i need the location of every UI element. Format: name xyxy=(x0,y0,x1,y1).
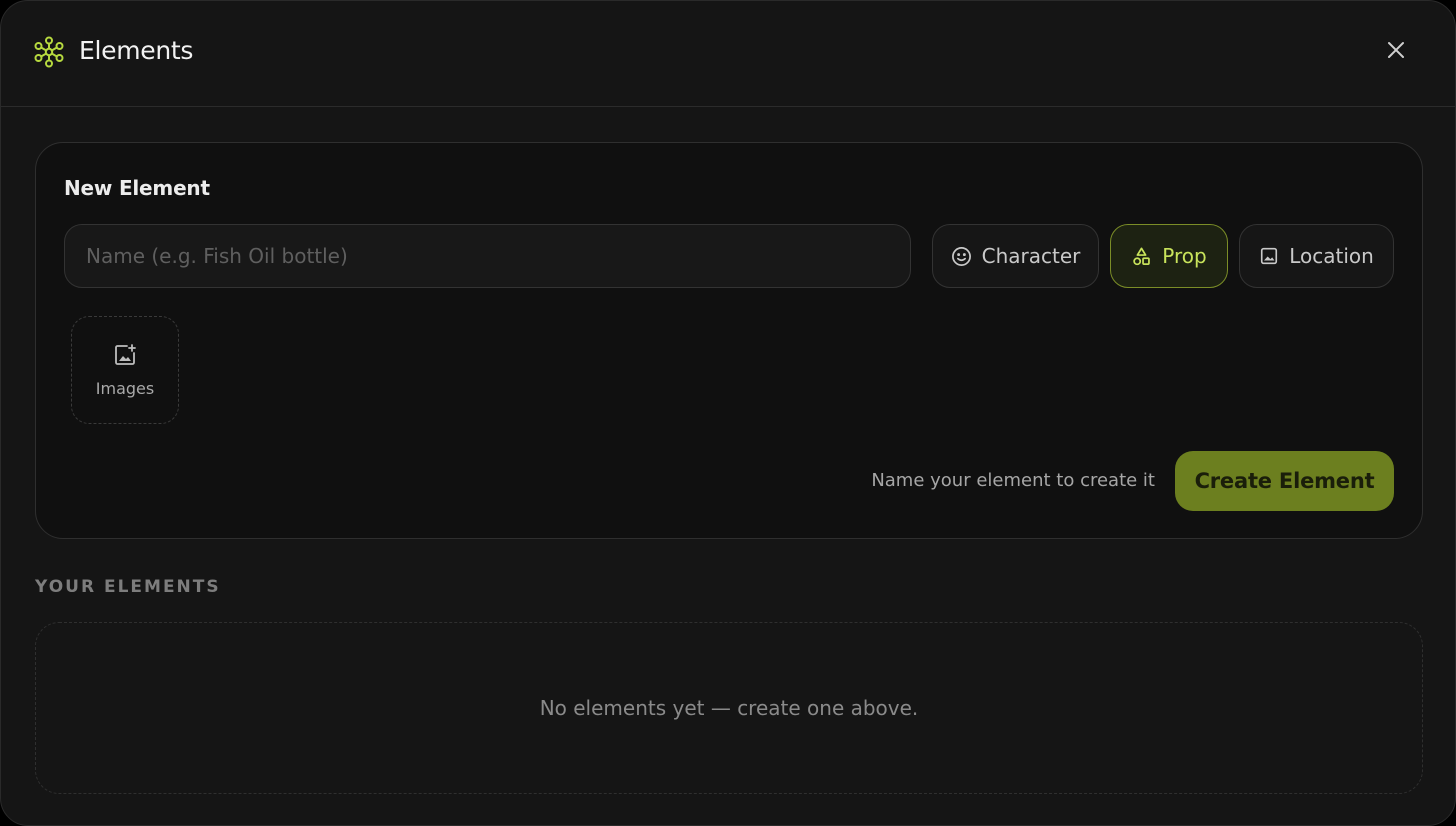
add-image-icon xyxy=(113,343,137,371)
smiley-icon xyxy=(951,246,972,267)
elements-empty-state: No elements yet — create one above. xyxy=(35,622,1423,794)
close-icon xyxy=(1387,41,1405,63)
shapes-icon xyxy=(1131,246,1152,267)
empty-state-text: No elements yet — create one above. xyxy=(539,696,919,720)
type-character-button[interactable]: Character xyxy=(932,224,1099,288)
your-elements-heading: YOUR ELEMENTS xyxy=(35,577,221,597)
close-button[interactable] xyxy=(1380,36,1412,68)
images-label: Images xyxy=(95,378,155,398)
create-element-button[interactable]: Create Element xyxy=(1175,451,1394,511)
create-hint: Name your element to create it xyxy=(871,470,1155,491)
image-icon xyxy=(1259,246,1279,266)
new-element-title: New Element xyxy=(64,176,210,200)
type-prop-button[interactable]: Prop xyxy=(1110,224,1228,288)
type-prop-label: Prop xyxy=(1162,244,1207,268)
add-images-button[interactable]: Images xyxy=(71,316,179,424)
elements-dialog: Elements New Element Character xyxy=(0,0,1456,826)
dialog-title: Elements xyxy=(79,36,194,65)
type-location-button[interactable]: Location xyxy=(1239,224,1394,288)
element-name-input[interactable] xyxy=(64,224,911,288)
type-character-label: Character xyxy=(981,244,1081,268)
elements-network-icon xyxy=(33,36,65,68)
dialog-header: Elements xyxy=(1,1,1455,107)
type-location-label: Location xyxy=(1289,244,1374,268)
new-element-card: New Element Character Pr xyxy=(35,142,1423,539)
